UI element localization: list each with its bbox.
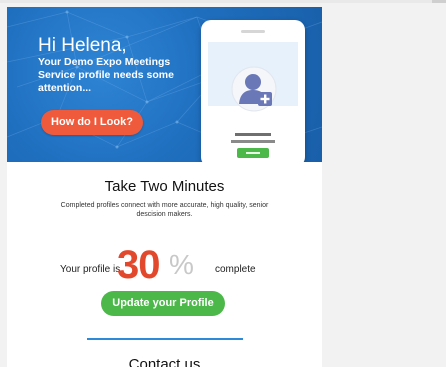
update-profile-button[interactable]: Update your Profile [101,291,225,316]
add-user-icon [231,66,277,112]
profile-progress: Your profile is 30 % complete [7,234,322,287]
progress-suffix: complete [215,264,256,275]
top-edge-right [432,0,446,3]
top-edge [0,0,446,3]
section-subtitle: Completed profiles connect with more acc… [60,202,269,218]
phone-text-line [231,140,275,143]
progress-percent-sign: % [169,249,194,280]
progress-value: 30 [117,243,160,287]
how-do-i-look-button[interactable]: How do I Look? [41,110,143,135]
hero-banner: Hi Helena, Your Demo Expo Meetings Servi… [7,7,322,162]
hero-message: Your Demo Expo Meetings Service profile … [38,56,174,94]
email-card: Hi Helena, Your Demo Expo Meetings Servi… [7,7,322,367]
phone-illustration [201,20,305,162]
section-title: Take Two Minutes [104,178,225,195]
progress-prefix: Your profile is [60,264,121,275]
phone-green-button [237,148,269,158]
contact-title: Contact us [128,356,201,367]
section-divider [87,338,243,340]
phone-speaker [241,30,265,33]
phone-text-line [235,133,271,136]
greeting: Hi Helena, [38,35,127,56]
